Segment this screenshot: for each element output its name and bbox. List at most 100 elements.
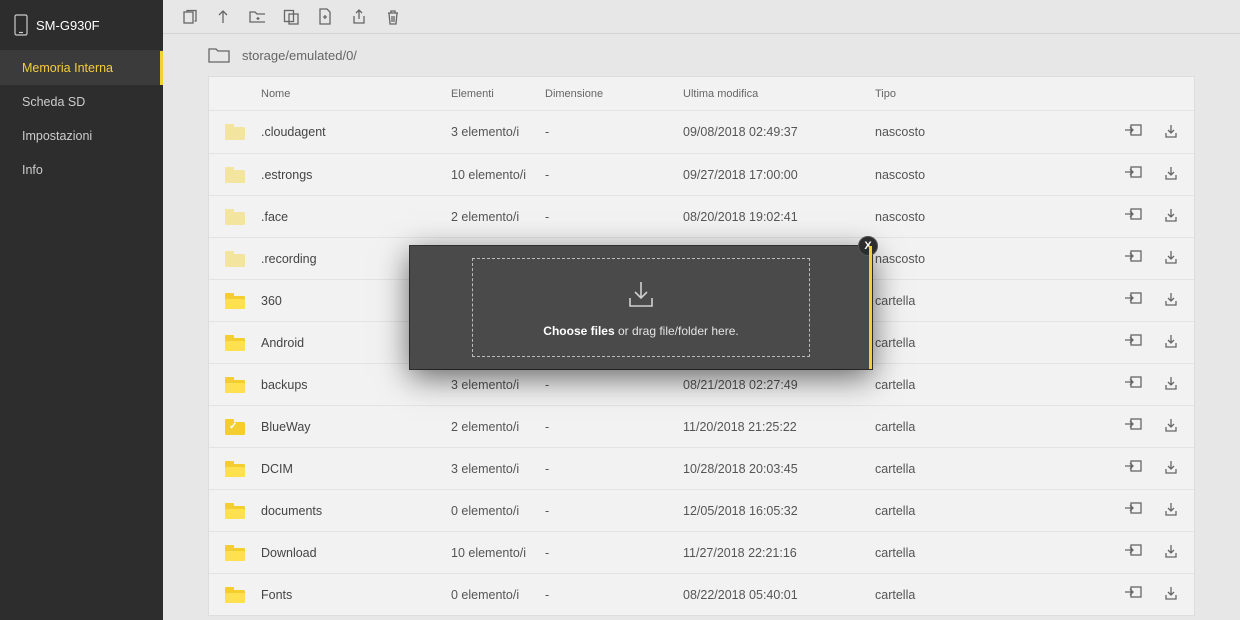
download-icon[interactable] [1164,165,1178,184]
row-dimension: - [545,125,683,139]
row-modified: 09/08/2018 02:49:37 [683,125,875,139]
move-to-icon[interactable] [1124,123,1142,142]
paste-icon[interactable] [283,9,299,25]
table-row[interactable]: documents0 elemento/i-12/05/2018 16:05:3… [209,489,1194,531]
folder-icon [225,335,245,351]
download-icon[interactable] [1164,501,1178,520]
breadcrumb-path: storage/emulated/0/ [242,48,357,63]
folder-icon [225,419,245,435]
row-type: cartella [875,336,1092,350]
table-row[interactable]: Fonts0 elemento/i-08/22/2018 05:40:01car… [209,573,1194,615]
drop-area[interactable]: Choose files or drag file/folder here. [472,258,810,357]
sidebar-item-impostazioni[interactable]: Impostazioni [0,119,163,153]
header-name[interactable]: Nome [261,88,451,100]
row-type: cartella [875,546,1092,560]
move-to-icon[interactable] [1124,585,1142,604]
row-type: cartella [875,378,1092,392]
folder-icon [225,545,245,561]
row-type: nascosto [875,252,1092,266]
toolbar [163,0,1240,34]
download-icon[interactable] [1164,333,1178,352]
move-to-icon[interactable] [1124,375,1142,394]
row-type: cartella [875,294,1092,308]
move-to-icon[interactable] [1124,333,1142,352]
row-elements: 3 elemento/i [451,378,545,392]
download-icon[interactable] [1164,123,1178,142]
move-to-icon[interactable] [1124,249,1142,268]
folder-icon [225,167,245,183]
move-to-icon[interactable] [1124,459,1142,478]
row-modified: 08/20/2018 19:02:41 [683,210,875,224]
download-icon[interactable] [1164,375,1178,394]
download-icon[interactable] [1164,417,1178,436]
row-name: BlueWay [261,420,451,434]
download-icon[interactable] [1164,249,1178,268]
row-modified: 08/21/2018 02:27:49 [683,378,875,392]
row-elements: 2 elemento/i [451,420,545,434]
table-row[interactable]: DCIM3 elemento/i-10/28/2018 20:03:45cart… [209,447,1194,489]
row-dimension: - [545,546,683,560]
table-row[interactable]: .estrongs10 elemento/i-09/27/2018 17:00:… [209,153,1194,195]
folder-icon [225,587,245,603]
sidebar-item-info[interactable]: Info [0,153,163,187]
phone-icon [14,14,28,36]
header-modified[interactable]: Ultima modifica [683,88,875,100]
row-elements: 3 elemento/i [451,125,545,139]
row-dimension: - [545,588,683,602]
row-name: .face [261,210,451,224]
row-name: .estrongs [261,168,451,182]
folder-outline-icon [208,46,230,64]
table-row[interactable]: backups3 elemento/i-08/21/2018 02:27:49c… [209,363,1194,405]
table-row[interactable]: .face2 elemento/i-08/20/2018 19:02:41nas… [209,195,1194,237]
folder-icon [225,461,245,477]
row-dimension: - [545,462,683,476]
copy-icon[interactable] [181,9,197,25]
move-to-icon[interactable] [1124,291,1142,310]
row-elements: 2 elemento/i [451,210,545,224]
row-dimension: - [545,504,683,518]
upload-modal: X Choose files or drag file/folder here. [410,246,872,369]
modal-close-button[interactable]: X [858,236,878,256]
table-row[interactable]: Download10 elemento/i-11/27/2018 22:21:1… [209,531,1194,573]
move-to-icon[interactable] [1124,501,1142,520]
row-dimension: - [545,210,683,224]
move-to-icon[interactable] [1124,207,1142,226]
row-type: cartella [875,504,1092,518]
device-header: SM-G930F [0,0,163,51]
upload-arrow-icon[interactable] [215,9,231,25]
trash-icon[interactable] [385,9,401,25]
row-elements: 0 elemento/i [451,588,545,602]
share-icon[interactable] [351,9,367,25]
row-name: backups [261,378,451,392]
download-icon[interactable] [1164,543,1178,562]
row-elements: 3 elemento/i [451,462,545,476]
sidebar: SM-G930F Memoria InternaScheda SDImposta… [0,0,163,620]
row-modified: 12/05/2018 16:05:32 [683,504,875,518]
new-folder-icon[interactable] [249,9,265,25]
row-elements: 10 elemento/i [451,546,545,560]
move-to-icon[interactable] [1124,417,1142,436]
table-row[interactable]: .cloudagent3 elemento/i-09/08/2018 02:49… [209,111,1194,153]
download-icon[interactable] [1164,207,1178,226]
download-icon[interactable] [1164,585,1178,604]
new-file-icon[interactable] [317,9,333,25]
folder-icon [225,293,245,309]
header-dimension[interactable]: Dimensione [545,88,683,100]
download-icon[interactable] [1164,291,1178,310]
row-modified: 08/22/2018 05:40:01 [683,588,875,602]
choose-files-label: Choose files [543,324,614,338]
table-row[interactable]: BlueWay2 elemento/i-11/20/2018 21:25:22c… [209,405,1194,447]
download-icon[interactable] [1164,459,1178,478]
move-to-icon[interactable] [1124,165,1142,184]
header-elements[interactable]: Elementi [451,88,545,100]
row-type: nascosto [875,125,1092,139]
move-to-icon[interactable] [1124,543,1142,562]
folder-icon [225,209,245,225]
sidebar-item-scheda-sd[interactable]: Scheda SD [0,85,163,119]
breadcrumb[interactable]: storage/emulated/0/ [208,46,1195,64]
header-type[interactable]: Tipo [875,88,1092,100]
row-elements: 0 elemento/i [451,504,545,518]
row-elements: 10 elemento/i [451,168,545,182]
folder-icon [225,251,245,267]
sidebar-item-memoria-interna[interactable]: Memoria Interna [0,51,163,85]
